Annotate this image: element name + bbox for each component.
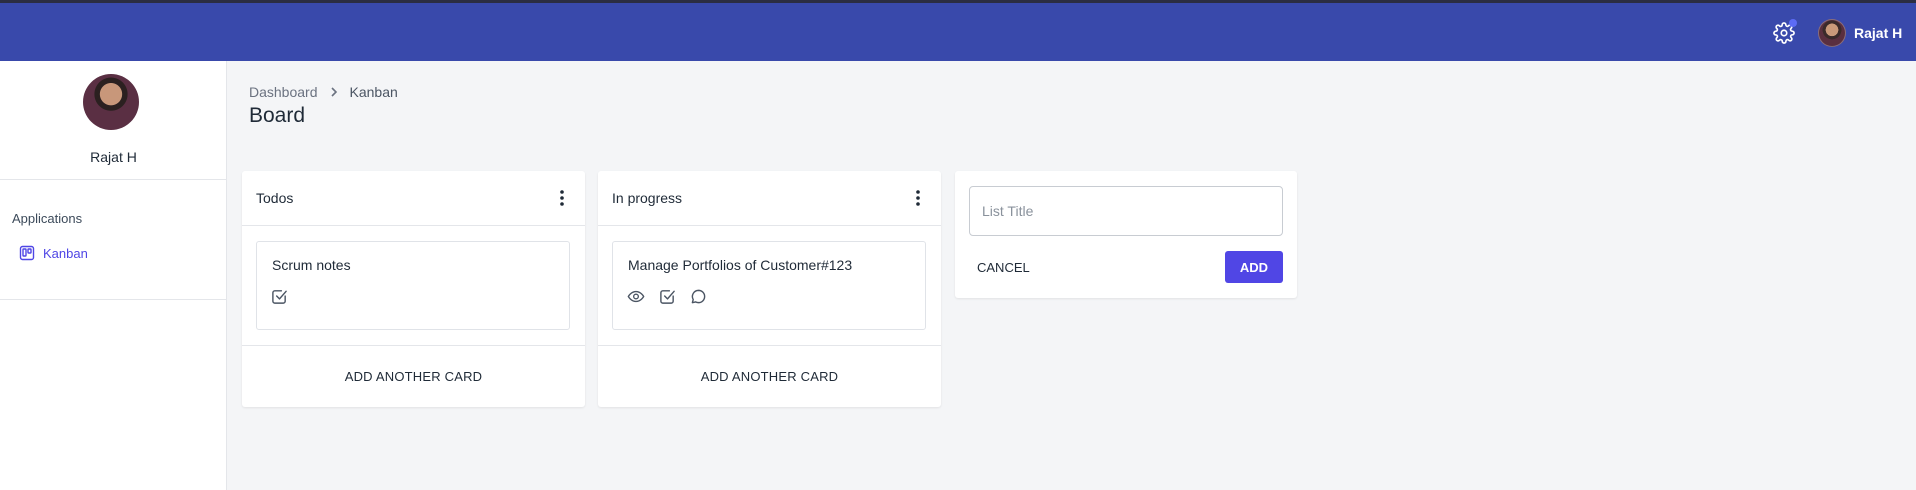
notification-dot xyxy=(1789,19,1797,27)
list-title: In progress xyxy=(612,190,683,206)
sidebar: Rajat H Applications Kanban xyxy=(0,61,227,490)
list-header: Todos xyxy=(242,171,585,226)
breadcrumb: Dashboard Kanban xyxy=(249,84,398,100)
breadcrumb-dashboard[interactable]: Dashboard xyxy=(249,84,318,100)
card-title: Scrum notes xyxy=(272,257,351,273)
breadcrumb-kanban: Kanban xyxy=(349,84,398,100)
user-menu[interactable]: Rajat H xyxy=(1818,17,1902,49)
new-list-form: CANCEL ADD xyxy=(955,171,1297,298)
more-vertical-icon[interactable] xyxy=(559,189,565,207)
more-vertical-icon[interactable] xyxy=(915,189,921,207)
page-title: Board xyxy=(249,104,306,127)
sidebar-profile: Rajat H xyxy=(0,61,226,180)
chevron-right-icon xyxy=(328,86,340,98)
comment-icon xyxy=(691,289,706,304)
add-list-button[interactable]: ADD xyxy=(1225,251,1283,283)
kanban-list-todos: Todos Scrum notes ADD ANOTHER CARD xyxy=(242,171,585,407)
checkbox-icon xyxy=(272,290,287,304)
profile-avatar xyxy=(83,74,139,130)
cancel-button[interactable]: CANCEL xyxy=(969,251,1038,283)
profile-name: Rajat H xyxy=(90,149,137,165)
settings-button[interactable] xyxy=(1773,19,1797,44)
add-another-card-button[interactable]: ADD ANOTHER CARD xyxy=(242,345,585,407)
list-card[interactable]: Manage Portfolios of Customer#123 xyxy=(612,241,926,330)
card-title: Manage Portfolios of Customer#123 xyxy=(628,257,853,273)
list-header: In progress xyxy=(598,171,941,226)
list-title-input[interactable] xyxy=(969,186,1283,236)
card-icons xyxy=(627,288,707,305)
checkbox-icon xyxy=(660,290,675,304)
sidebar-divider xyxy=(0,299,227,300)
kanban-list-in-progress: In progress Manage Portfolios of Custome… xyxy=(598,171,941,407)
sidebar-section-label: Applications xyxy=(12,211,83,226)
list-card[interactable]: Scrum notes xyxy=(256,241,570,330)
add-another-card-button[interactable]: ADD ANOTHER CARD xyxy=(598,345,941,407)
sidebar-item-label: Kanban xyxy=(43,245,88,261)
user-name: Rajat H xyxy=(1854,25,1903,41)
top-app-bar: Rajat H xyxy=(0,0,1916,61)
list-title: Todos xyxy=(256,190,294,206)
kanban-board-icon xyxy=(19,245,35,261)
sidebar-item-kanban[interactable]: Kanban xyxy=(19,245,88,261)
avatar xyxy=(1818,19,1846,47)
card-icons xyxy=(271,288,288,305)
eye-icon xyxy=(627,290,645,303)
